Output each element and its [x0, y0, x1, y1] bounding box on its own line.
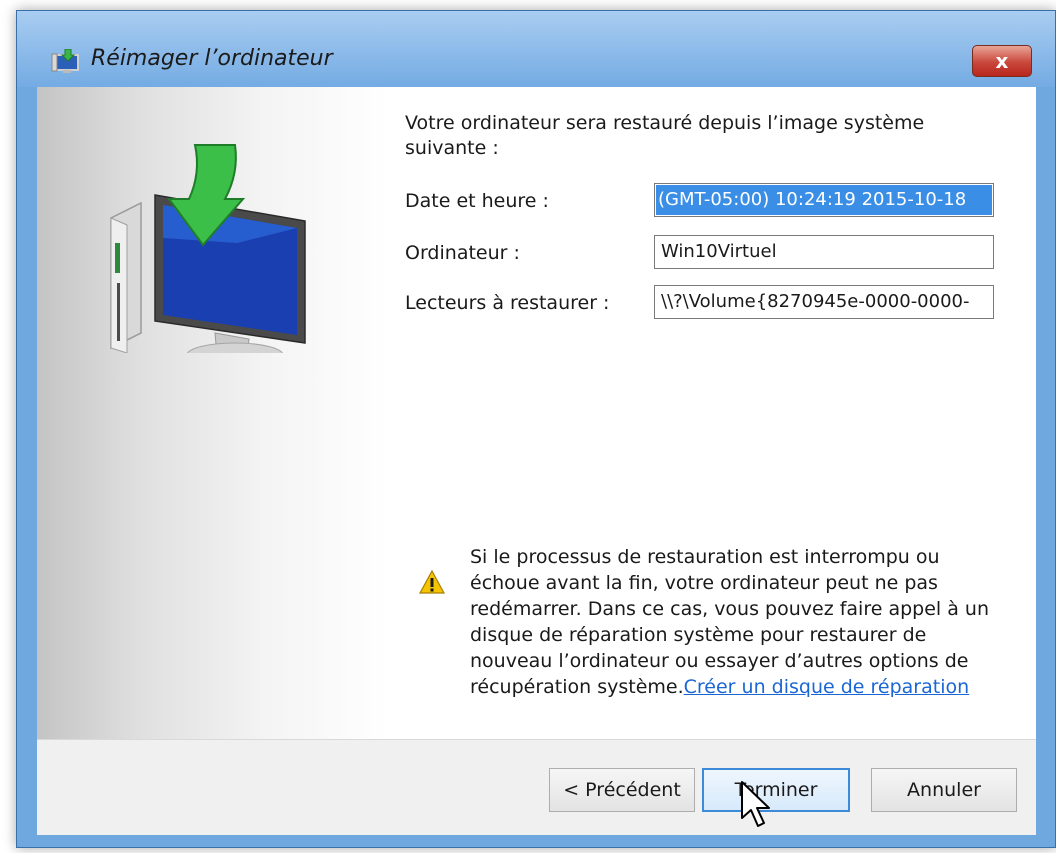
drives-row: Lecteurs à restaurer : \\?\Volume{827094… [405, 285, 1025, 321]
button-bar: < Précédent Terminer Annuler [37, 739, 1036, 835]
left-illustration-panel [37, 87, 389, 739]
restore-dialog-window: Réimager l’ordinateur x Votre ordinateur… [16, 10, 1056, 848]
warning-triangle-icon [419, 570, 445, 594]
dialog-content: Votre ordinateur sera restauré depuis l’… [405, 87, 1025, 739]
cancel-button[interactable]: Annuler [871, 768, 1017, 812]
date-time-row: Date et heure : 2015-10-18 10:24:19 (GMT… [405, 183, 1025, 219]
drives-field[interactable]: \\?\Volume{8270945e-0000-0000- [654, 285, 994, 319]
create-repair-disc-link[interactable]: Créer un disque de réparation [684, 676, 970, 698]
title-bar[interactable]: Réimager l’ordinateur x [17, 11, 1055, 87]
finish-button[interactable]: Terminer [702, 768, 850, 812]
window-title: Réimager l’ordinateur [91, 46, 333, 71]
warning-text: Si le processus de restauration est inte… [470, 544, 990, 700]
close-button[interactable]: x [972, 45, 1032, 77]
computer-label: Ordinateur : [405, 242, 520, 264]
previous-button[interactable]: < Précédent [549, 768, 695, 812]
computer-row: Ordinateur : Win10Virtuel [405, 235, 1025, 271]
system-restore-icon [51, 49, 79, 73]
drives-label: Lecteurs à restaurer : [405, 292, 610, 314]
close-icon: x [995, 49, 1009, 73]
dialog-client-area: Votre ordinateur sera restauré depuis l’… [37, 87, 1036, 835]
date-time-value: 2015-10-18 10:24:19 (GMT-05:00) [656, 185, 992, 215]
intro-text: Votre ordinateur sera restauré depuis l’… [405, 112, 925, 159]
date-time-label: Date et heure : [405, 190, 549, 212]
computer-field[interactable]: Win10Virtuel [654, 235, 994, 269]
date-time-field[interactable]: 2015-10-18 10:24:19 (GMT-05:00) [654, 183, 994, 217]
monitor-restore-icon [110, 144, 306, 353]
